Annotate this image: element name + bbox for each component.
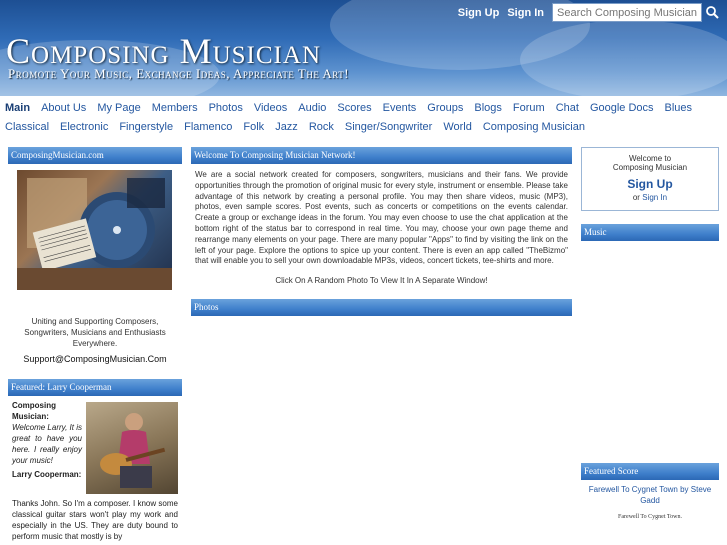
nav-genre-composing-musician[interactable]: Composing Musician (483, 121, 585, 133)
right-column: Welcome to Composing Musician Sign Up or… (581, 147, 719, 520)
search-input[interactable] (552, 3, 702, 22)
welcome-body: We are a social network created for comp… (195, 170, 568, 266)
middle-column: Welcome To Composing Musician Network! W… (191, 147, 572, 317)
photos-box-title: Photos (191, 299, 572, 317)
site-box-body (8, 164, 182, 292)
nav-item-members[interactable]: Members (152, 102, 198, 114)
nav-item-events[interactable]: Events (383, 102, 417, 114)
album-art-image[interactable] (17, 170, 172, 290)
search-box (552, 3, 722, 22)
nav-row-primary: Main About Us My Page Members Photos Videos Au… (0, 98, 727, 117)
support-email[interactable]: Support@ComposingMusician.Com (8, 354, 182, 364)
header-user-links: Sign Up Sign In (458, 3, 722, 22)
featured-score-link[interactable]: Farewell To Cygnet Town by Steve Gadd (581, 484, 719, 506)
header-signin-link[interactable]: Sign In (507, 7, 544, 19)
nav-genre-singer-songwriter[interactable]: Singer/Songwriter (345, 121, 432, 133)
welcome-box-title: Welcome To Composing Musician Network! (191, 147, 572, 164)
nav-item-videos[interactable]: Videos (254, 102, 287, 114)
score-caption: Farewell To Cygnet Town. (618, 514, 682, 520)
signup-button[interactable]: Sign Up (582, 177, 718, 191)
random-photo-instruction: Click On A Random Photo To View It In A … (275, 276, 488, 286)
or-label: or (632, 193, 640, 202)
search-icon[interactable] (702, 3, 722, 22)
nav-genre-electronic[interactable]: Electronic (60, 121, 108, 133)
nav-genre-rock[interactable]: Rock (309, 121, 334, 133)
featured-member-body: Composing Musician: Welcome Larry, It is… (8, 400, 182, 542)
header-signup-link[interactable]: Sign Up (458, 7, 500, 19)
guitarist-figure (100, 413, 166, 488)
music-box-title: Music (581, 224, 719, 241)
nav-item-photos[interactable]: Photos (209, 102, 243, 114)
nav-genre-world[interactable]: World (443, 121, 472, 133)
featured-message-2: Thanks John. So I'm a composer. I know s… (12, 499, 178, 541)
featured-member-photo[interactable] (86, 402, 178, 494)
nav-row-genres: Classical Electronic Fingerstyle Flamenco Fo… (0, 117, 727, 136)
featured-member-title: Featured: Larry Cooperman (8, 379, 182, 396)
site-description: Uniting and Supporting Composers, Songwr… (24, 317, 166, 348)
nav-genre-flamenco[interactable]: Flamenco (184, 121, 232, 133)
site-box-title: ComposingMusician.com (8, 147, 182, 164)
nav-item-main[interactable]: Main (5, 102, 30, 114)
nav-item-my-page[interactable]: My Page (97, 102, 140, 114)
nav-item-blogs[interactable]: Blogs (474, 102, 502, 114)
nav-item-chat[interactable]: Chat (556, 102, 579, 114)
welcome-site-name: Composing Musician (612, 163, 688, 172)
nav-genre-folk[interactable]: Folk (243, 121, 264, 133)
nav-item-about-us[interactable]: About Us (41, 102, 86, 114)
nav-genre-fingerstyle[interactable]: Fingerstyle (119, 121, 173, 133)
album-art-graphic (17, 178, 172, 290)
nav-genre-jazz[interactable]: Jazz (275, 121, 298, 133)
welcome-to-label: Welcome to (628, 154, 672, 163)
nav-item-audio[interactable]: Audio (298, 102, 326, 114)
nav-item-groups[interactable]: Groups (427, 102, 463, 114)
nav-item-google-docs[interactable]: Google Docs (590, 102, 654, 114)
featured-score-title: Featured Score (581, 463, 719, 480)
site-header: Sign Up Sign In Composing Musician Promo… (0, 0, 727, 96)
header-cloud (520, 20, 727, 96)
nav-item-forum[interactable]: Forum (513, 102, 545, 114)
signin-box: Welcome to Composing Musician Sign Up or… (581, 147, 719, 211)
site-tagline: Promote Your Music, Exchange Ideas, Appr… (8, 66, 350, 81)
signin-link[interactable]: Sign In (642, 193, 667, 202)
nav-genre-classical[interactable]: Classical (5, 121, 49, 133)
nav-item-blues[interactable]: Blues (665, 102, 693, 114)
left-column: ComposingMusician.com Uniting and Suppor… (8, 147, 182, 542)
main-navigation: Main About Us My Page Members Photos Videos Au… (0, 98, 727, 136)
nav-item-scores[interactable]: Scores (337, 102, 371, 114)
